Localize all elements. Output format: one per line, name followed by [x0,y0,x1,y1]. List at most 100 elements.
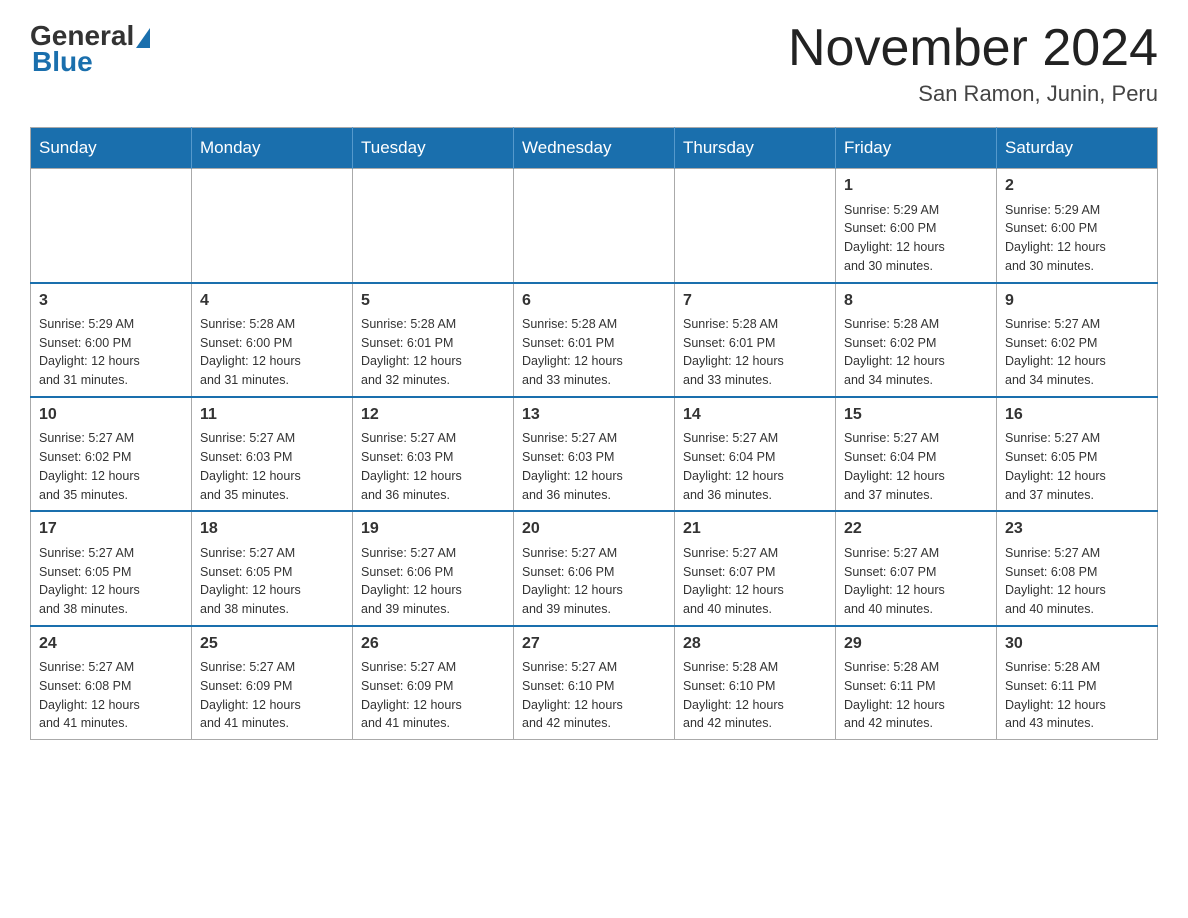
day-info: Sunrise: 5:29 AM Sunset: 6:00 PM Dayligh… [1005,201,1149,276]
day-number: 15 [844,404,988,426]
day-info: Sunrise: 5:27 AM Sunset: 6:03 PM Dayligh… [361,429,505,504]
day-info: Sunrise: 5:29 AM Sunset: 6:00 PM Dayligh… [39,315,183,390]
location: San Ramon, Junin, Peru [788,81,1158,107]
day-number: 11 [200,404,344,426]
day-number: 1 [844,175,988,197]
calendar-cell [514,169,675,283]
calendar-cell: 21 Sunrise: 5:27 AM Sunset: 6:07 PM Dayli… [675,511,836,625]
day-info: Sunrise: 5:27 AM Sunset: 6:06 PM Dayligh… [361,544,505,619]
day-number: 12 [361,404,505,426]
day-info: Sunrise: 5:28 AM Sunset: 6:00 PM Dayligh… [200,315,344,390]
day-info: Sunrise: 5:27 AM Sunset: 6:08 PM Dayligh… [39,658,183,733]
day-info: Sunrise: 5:27 AM Sunset: 6:07 PM Dayligh… [844,544,988,619]
day-number: 19 [361,518,505,540]
day-number: 21 [683,518,827,540]
calendar-cell: 29 Sunrise: 5:28 AM Sunset: 6:11 PM Dayli… [836,626,997,740]
day-info: Sunrise: 5:28 AM Sunset: 6:11 PM Dayligh… [844,658,988,733]
day-number: 16 [1005,404,1149,426]
calendar-cell: 13Sunrise: 5:27 AM Sunset: 6:03 PM Dayli… [514,397,675,511]
day-info: Sunrise: 5:27 AM Sunset: 6:03 PM Dayligh… [200,429,344,504]
calendar-cell: 16 Sunrise: 5:27 AM Sunset: 6:05 PM Dayli… [997,397,1158,511]
calendar-cell: 20 Sunrise: 5:27 AM Sunset: 6:06 PM Dayli… [514,511,675,625]
day-info: Sunrise: 5:27 AM Sunset: 6:04 PM Dayligh… [844,429,988,504]
day-info: Sunrise: 5:27 AM Sunset: 6:08 PM Dayligh… [1005,544,1149,619]
day-info: Sunrise: 5:28 AM Sunset: 6:01 PM Dayligh… [361,315,505,390]
day-info: Sunrise: 5:27 AM Sunset: 6:02 PM Dayligh… [1005,315,1149,390]
day-number: 10 [39,404,183,426]
weekday-header-wednesday: Wednesday [514,128,675,169]
calendar-cell: 6Sunrise: 5:28 AM Sunset: 6:01 PM Daylig… [514,283,675,397]
weekday-header-sunday: Sunday [31,128,192,169]
day-info: Sunrise: 5:27 AM Sunset: 6:05 PM Dayligh… [200,544,344,619]
calendar-week-5: 24Sunrise: 5:27 AM Sunset: 6:08 PM Dayli… [31,626,1158,740]
calendar-cell: 17 Sunrise: 5:27 AM Sunset: 6:05 PM Dayli… [31,511,192,625]
weekday-header-monday: Monday [192,128,353,169]
calendar-cell: 26 Sunrise: 5:27 AM Sunset: 6:09 PM Dayli… [353,626,514,740]
calendar-cell: 9 Sunrise: 5:27 AM Sunset: 6:02 PM Daylig… [997,283,1158,397]
calendar-cell: 19 Sunrise: 5:27 AM Sunset: 6:06 PM Dayli… [353,511,514,625]
day-number: 20 [522,518,666,540]
day-number: 2 [1005,175,1149,197]
calendar-week-3: 10 Sunrise: 5:27 AM Sunset: 6:02 PM Dayli… [31,397,1158,511]
day-info: Sunrise: 5:27 AM Sunset: 6:02 PM Dayligh… [39,429,183,504]
day-info: Sunrise: 5:28 AM Sunset: 6:01 PM Dayligh… [683,315,827,390]
day-number: 22 [844,518,988,540]
day-number: 8 [844,290,988,312]
day-number: 23 [1005,518,1149,540]
day-info: Sunrise: 5:27 AM Sunset: 6:05 PM Dayligh… [39,544,183,619]
page-header: General Blue November 2024 San Ramon, Ju… [30,20,1158,107]
calendar-cell: 11 Sunrise: 5:27 AM Sunset: 6:03 PM Dayli… [192,397,353,511]
calendar-cell: 28Sunrise: 5:28 AM Sunset: 6:10 PM Dayli… [675,626,836,740]
calendar-cell: 5 Sunrise: 5:28 AM Sunset: 6:01 PM Daylig… [353,283,514,397]
day-info: Sunrise: 5:27 AM Sunset: 6:07 PM Dayligh… [683,544,827,619]
day-info: Sunrise: 5:27 AM Sunset: 6:10 PM Dayligh… [522,658,666,733]
calendar-cell [353,169,514,283]
calendar-week-1: 1 Sunrise: 5:29 AM Sunset: 6:00 PM Daylig… [31,169,1158,283]
day-info: Sunrise: 5:27 AM Sunset: 6:04 PM Dayligh… [683,429,827,504]
day-number: 27 [522,633,666,655]
calendar-cell: 15 Sunrise: 5:27 AM Sunset: 6:04 PM Dayli… [836,397,997,511]
calendar-cell: 25 Sunrise: 5:27 AM Sunset: 6:09 PM Dayli… [192,626,353,740]
calendar-cell: 8 Sunrise: 5:28 AM Sunset: 6:02 PM Daylig… [836,283,997,397]
day-info: Sunrise: 5:28 AM Sunset: 6:02 PM Dayligh… [844,315,988,390]
calendar-cell: 27 Sunrise: 5:27 AM Sunset: 6:10 PM Dayli… [514,626,675,740]
calendar-cell [192,169,353,283]
day-number: 30 [1005,633,1149,655]
day-info: Sunrise: 5:27 AM Sunset: 6:06 PM Dayligh… [522,544,666,619]
calendar-header-row: SundayMondayTuesdayWednesdayThursdayFrid… [31,128,1158,169]
calendar-cell: 14 Sunrise: 5:27 AM Sunset: 6:04 PM Dayli… [675,397,836,511]
day-info: Sunrise: 5:28 AM Sunset: 6:10 PM Dayligh… [683,658,827,733]
day-info: Sunrise: 5:28 AM Sunset: 6:11 PM Dayligh… [1005,658,1149,733]
calendar-cell: 12 Sunrise: 5:27 AM Sunset: 6:03 PM Dayli… [353,397,514,511]
day-number: 13 [522,404,666,426]
day-info: Sunrise: 5:27 AM Sunset: 6:09 PM Dayligh… [200,658,344,733]
calendar-week-2: 3Sunrise: 5:29 AM Sunset: 6:00 PM Daylig… [31,283,1158,397]
logo: General Blue [30,20,150,78]
day-number: 17 [39,518,183,540]
calendar-cell: 2 Sunrise: 5:29 AM Sunset: 6:00 PM Daylig… [997,169,1158,283]
title-section: November 2024 San Ramon, Junin, Peru [788,20,1158,107]
calendar-cell: 24Sunrise: 5:27 AM Sunset: 6:08 PM Dayli… [31,626,192,740]
day-number: 7 [683,290,827,312]
calendar-table: SundayMondayTuesdayWednesdayThursdayFrid… [30,127,1158,740]
day-number: 18 [200,518,344,540]
month-title: November 2024 [788,20,1158,77]
calendar-cell: 3Sunrise: 5:29 AM Sunset: 6:00 PM Daylig… [31,283,192,397]
day-number: 25 [200,633,344,655]
day-info: Sunrise: 5:29 AM Sunset: 6:00 PM Dayligh… [844,201,988,276]
calendar-cell [675,169,836,283]
calendar-cell [31,169,192,283]
day-number: 5 [361,290,505,312]
calendar-cell: 18 Sunrise: 5:27 AM Sunset: 6:05 PM Dayli… [192,511,353,625]
day-number: 14 [683,404,827,426]
day-info: Sunrise: 5:27 AM Sunset: 6:09 PM Dayligh… [361,658,505,733]
weekday-header-friday: Friday [836,128,997,169]
day-number: 9 [1005,290,1149,312]
calendar-cell: 1 Sunrise: 5:29 AM Sunset: 6:00 PM Daylig… [836,169,997,283]
logo-blue-text: Blue [32,46,93,78]
day-number: 29 [844,633,988,655]
day-number: 4 [200,290,344,312]
weekday-header-tuesday: Tuesday [353,128,514,169]
day-info: Sunrise: 5:27 AM Sunset: 6:05 PM Dayligh… [1005,429,1149,504]
day-number: 26 [361,633,505,655]
